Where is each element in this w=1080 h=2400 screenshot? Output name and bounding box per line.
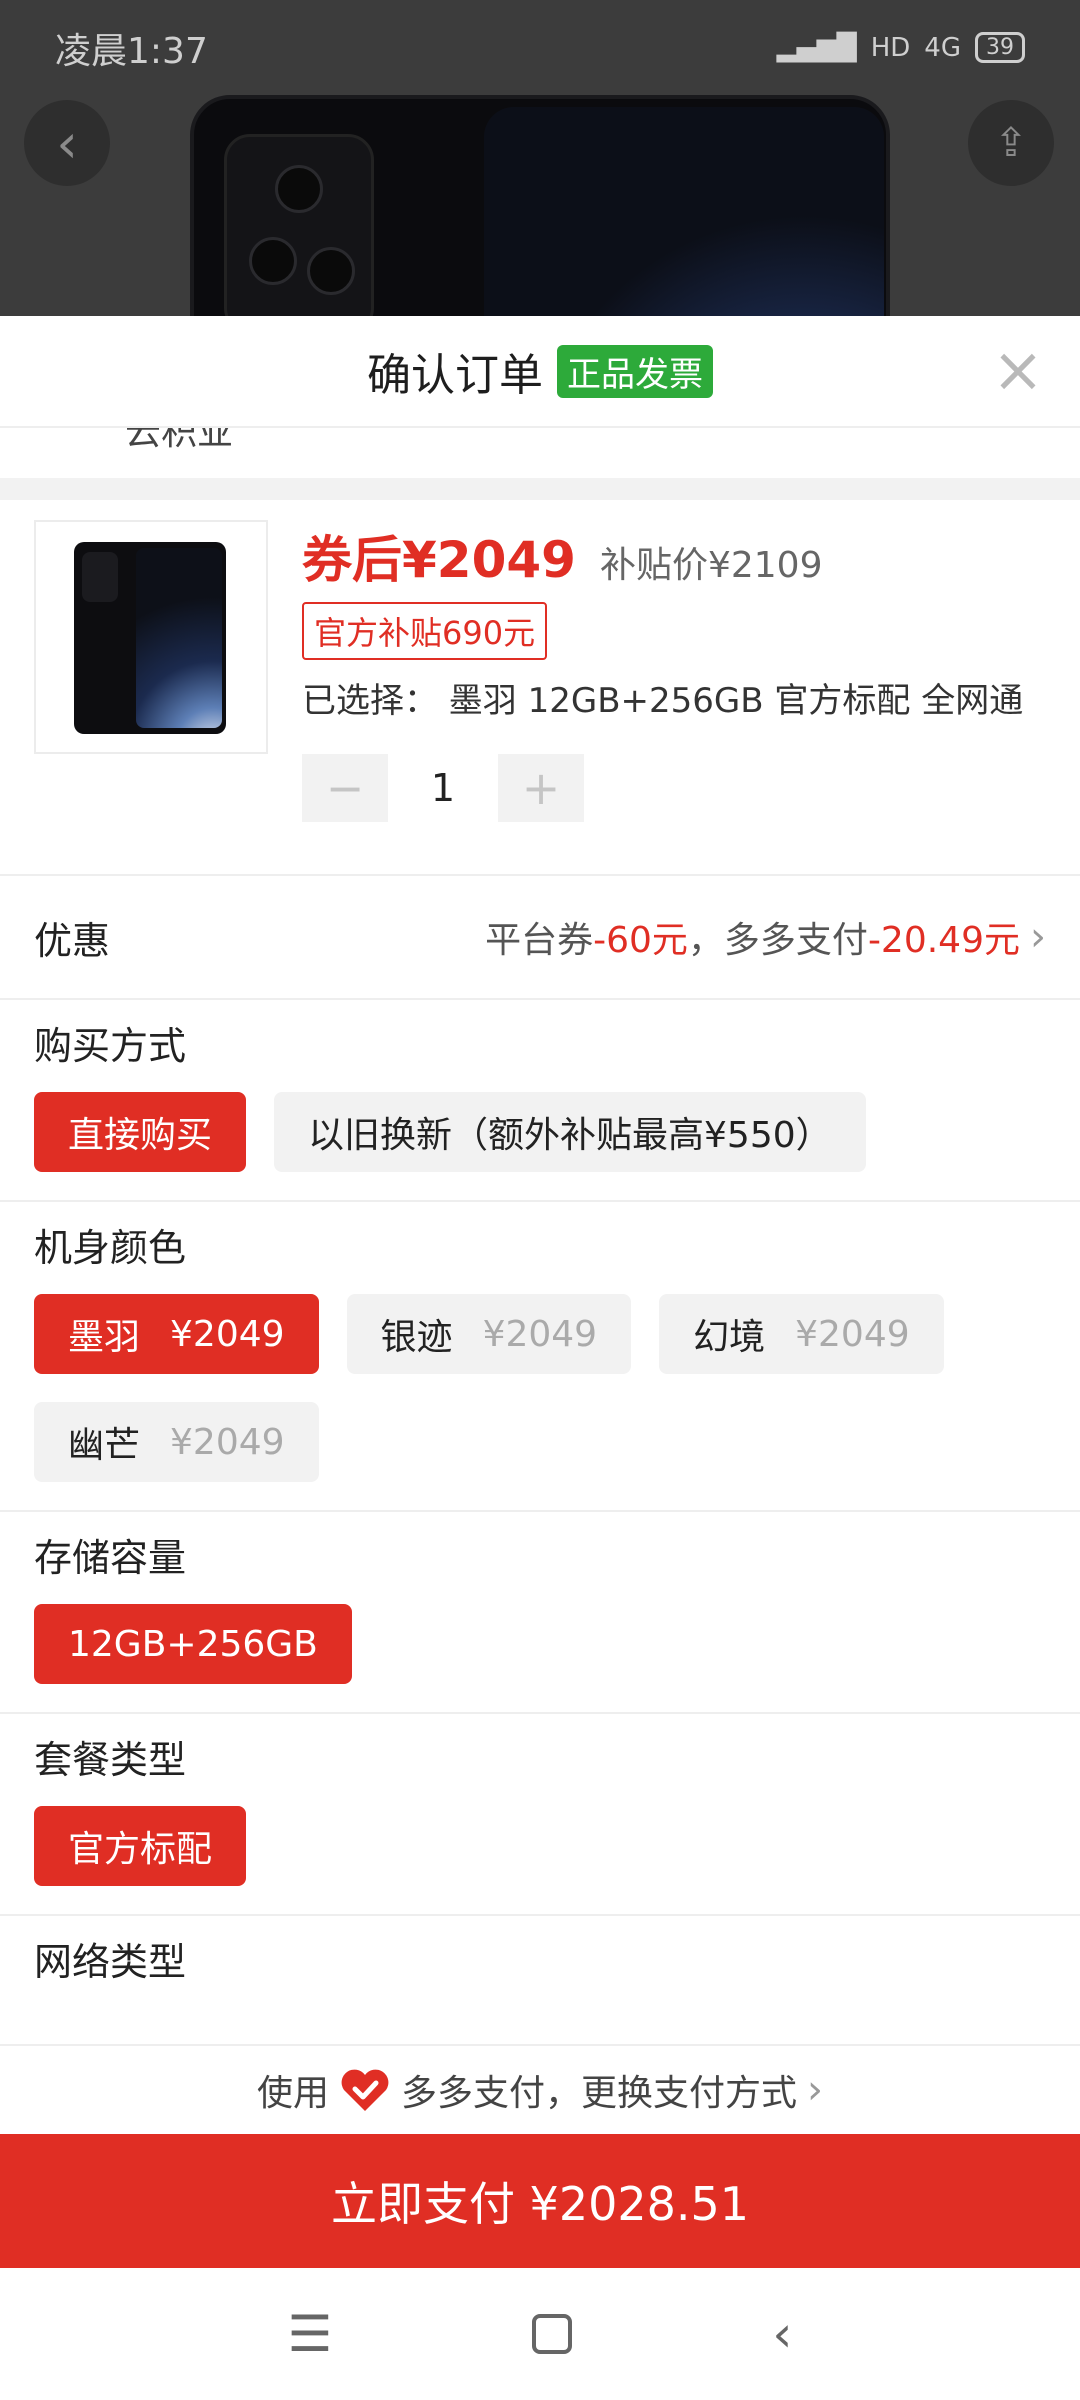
share-icon[interactable]: ⇪ [968,100,1054,186]
hd-icon: HD [870,32,911,63]
section-title: 网络类型 [34,1940,187,1984]
increase-button[interactable]: + [498,754,584,822]
package-section: 套餐类型 官方标配 [0,1714,1080,1916]
product-thumbnail [34,520,268,754]
signal-icon: ▂▄▆█ [776,32,857,63]
chevron-right-icon: › [807,2067,824,2113]
color-option[interactable]: 幽芒 ¥2049 [34,1402,319,1482]
network-label: 4G [924,32,961,63]
invoice-badge: 正品发票 [557,344,713,398]
subsidy-tag: 官方补贴690元 [302,602,548,660]
duoduo-pay-icon [339,2067,391,2113]
payment-method-text: 多多支付，更换支付方式 [401,2073,798,2114]
back-icon[interactable]: ‹ [24,100,110,186]
decrease-button[interactable]: − [302,754,388,822]
payment-method-bar[interactable]: 使用 多多支付，更换支付方式 › [0,2044,1080,2134]
network-section: 网络类型 [0,1916,1080,2008]
coupon-discount: -60元 [593,920,688,961]
status-time: 凌晨1:37 [55,30,208,72]
divider [0,478,1080,500]
product-hero-image [190,95,890,330]
pay-discount: -20.49元 [867,920,1020,961]
quantity-stepper: − 1 + [302,754,584,822]
discount-row[interactable]: 优惠 平台券-60元，多多支付-20.49元 › [0,876,1080,1000]
sheet-header: 确认订单 正品发票 × [0,316,1080,428]
discount-label: 优惠 [34,918,111,963]
partial-text: 云积业 [125,428,234,453]
pay-now-button[interactable]: 立即支付 ¥2028.51 [0,2134,1080,2268]
system-nav-bar: ☰ ‹ [0,2268,1080,2400]
battery-icon: 39 [975,32,1025,63]
camera-module [224,134,374,330]
storage-option[interactable]: 12GB+256GB [34,1604,352,1684]
subsidy-price: 补贴价¥2109 [599,545,823,586]
storage-section: 存储容量 12GB+256GB [0,1512,1080,1714]
product-card: 券后¥2049 补贴价¥2109 官方补贴690元 已选择： 墨羽 12GB+2… [0,500,1080,876]
quantity-value[interactable]: 1 [388,766,498,810]
background-product-page: 凌晨1:37 ▂▄▆█ HD 4G 39 ‹ ⇪ [0,0,1080,330]
purchase-method-section: 购买方式 直接购买 以旧换新（额外补贴最高¥550） [0,1000,1080,1202]
color-option[interactable]: 墨羽 ¥2049 [34,1294,319,1374]
sheet-title: 确认订单 [367,350,543,401]
color-section: 机身颜色 墨羽 ¥2049 银迹 ¥2049 幻境 ¥2049 幽芒 ¥2049 [0,1202,1080,1512]
option-direct-buy[interactable]: 直接购买 [34,1092,247,1172]
home-icon[interactable] [532,2314,573,2354]
status-bar: 凌晨1:37 ▂▄▆█ HD 4G 39 [0,0,1080,95]
color-option[interactable]: 幻境 ¥2049 [659,1294,944,1374]
package-option[interactable]: 官方标配 [34,1806,247,1886]
section-title: 机身颜色 [34,1226,187,1270]
coupon-price: 券后¥2049 [302,531,576,589]
close-icon[interactable]: × [986,338,1050,402]
section-title: 存储容量 [34,1536,187,1580]
back-nav-icon[interactable]: ‹ [772,2305,792,2363]
selected-spec[interactable]: 已选择： 墨羽 12GB+256GB 官方标配 全网通 [302,673,1042,722]
menu-icon[interactable]: ☰ [288,2305,333,2363]
option-trade-in[interactable]: 以旧换新（额外补贴最高¥550） [274,1092,866,1172]
chevron-right-icon: › [1030,914,1046,960]
color-option[interactable]: 银迹 ¥2049 [346,1294,632,1374]
section-title: 购买方式 [34,1024,187,1068]
section-title: 套餐类型 [34,1738,187,1782]
